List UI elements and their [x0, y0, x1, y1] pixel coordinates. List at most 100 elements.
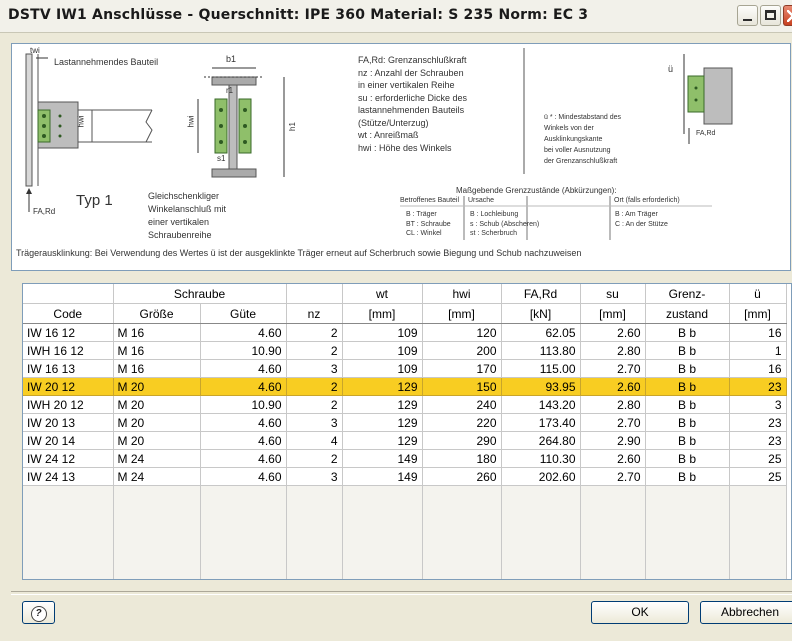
cancel-button[interactable]: Abbrechen	[700, 601, 792, 624]
table-cell[interactable]: 4	[286, 431, 343, 450]
table-cell[interactable]: 16	[729, 323, 787, 342]
table-cell[interactable]: 25	[729, 449, 787, 468]
table-cell[interactable]: 150	[422, 377, 502, 396]
table-cell[interactable]: 120	[422, 323, 502, 342]
table-cell[interactable]: IW 20 12	[23, 377, 114, 396]
minimize-button[interactable]	[737, 5, 758, 26]
table-cell[interactable]: 170	[422, 359, 502, 378]
table-cell[interactable]: 4.60	[200, 359, 287, 378]
table-row[interactable]: IW 24 12 M 24 4.60 2 149 180 110.30 2.60 B b 25	[23, 449, 787, 468]
ok-button[interactable]: OK	[591, 601, 689, 624]
header-groesse[interactable]: Größe	[113, 303, 201, 324]
table-cell[interactable]: 2	[286, 323, 343, 342]
header-wt[interactable]: [mm]	[342, 303, 423, 324]
table-cell[interactable]: 3	[286, 467, 343, 486]
table-cell[interactable]: M 20	[113, 413, 201, 432]
table-cell[interactable]: M 20	[113, 377, 201, 396]
table-cell[interactable]: 2	[286, 395, 343, 414]
connection-table[interactable]: Schraube wt hwi FA,Rd su Grenz- ü Code G…	[22, 283, 792, 580]
table-cell[interactable]: 62.05	[501, 323, 581, 342]
table-cell[interactable]: 93.95	[501, 377, 581, 396]
table-cell[interactable]: 2.70	[580, 467, 646, 486]
header-u[interactable]: [mm]	[729, 303, 787, 324]
table-cell[interactable]: IW 24 12	[23, 449, 114, 468]
table-cell[interactable]: 260	[422, 467, 502, 486]
close-button[interactable]	[783, 5, 792, 26]
table-cell[interactable]: 4.60	[200, 377, 287, 396]
table-cell[interactable]: IWH 16 12	[23, 341, 114, 360]
table-cell[interactable]: 23	[729, 413, 787, 432]
table-cell[interactable]: 2.70	[580, 413, 646, 432]
table-cell[interactable]: 143.20	[501, 395, 581, 414]
table-cell[interactable]: 109	[342, 341, 423, 360]
table-cell[interactable]: 2.80	[580, 341, 646, 360]
table-cell[interactable]: IW 20 13	[23, 413, 114, 432]
table-cell[interactable]: 2.60	[580, 377, 646, 396]
table-cell[interactable]: 10.90	[200, 341, 287, 360]
table-cell[interactable]: IW 24 13	[23, 467, 114, 486]
table-cell[interactable]: 129	[342, 413, 423, 432]
table-row[interactable]: IW 16 13 M 16 4.60 3 109 170 115.00 2.70 B b 16	[23, 359, 787, 378]
table-row[interactable]: IW 20 13 M 20 4.60 3 129 220 173.40 2.70 B b 23	[23, 413, 787, 432]
table-cell[interactable]: B b	[645, 341, 730, 360]
table-cell[interactable]: 23	[729, 431, 787, 450]
table-cell[interactable]: 4.60	[200, 449, 287, 468]
header-code[interactable]: Code	[23, 303, 114, 324]
table-cell[interactable]: 4.60	[200, 413, 287, 432]
table-cell[interactable]: 173.40	[501, 413, 581, 432]
table-cell[interactable]: 264.80	[501, 431, 581, 450]
table-cell[interactable]: 2	[286, 341, 343, 360]
table-cell[interactable]: 25	[729, 467, 787, 486]
table-cell[interactable]: 109	[342, 359, 423, 378]
header-su[interactable]: [mm]	[580, 303, 646, 324]
table-cell[interactable]: B b	[645, 377, 730, 396]
table-cell[interactable]: 16	[729, 359, 787, 378]
table-cell[interactable]: M 16	[113, 323, 201, 342]
table-row[interactable]: IW 20 12 M 20 4.60 2 129 150 93.95 2.60 B b 23	[23, 377, 787, 396]
table-cell[interactable]: IW 16 13	[23, 359, 114, 378]
table-row[interactable]: IW 16 12 M 16 4.60 2 109 120 62.05 2.60 B b 16	[23, 323, 787, 342]
table-cell[interactable]: B b	[645, 323, 730, 342]
header-grenzzustand[interactable]: zustand	[645, 303, 730, 324]
table-cell[interactable]: 4.60	[200, 323, 287, 342]
table-cell[interactable]: 149	[342, 467, 423, 486]
table-cell[interactable]: B b	[645, 467, 730, 486]
table-cell[interactable]: 2	[286, 449, 343, 468]
maximize-button[interactable]	[760, 5, 781, 26]
table-cell[interactable]: 4.60	[200, 431, 287, 450]
table-cell[interactable]: 115.00	[501, 359, 581, 378]
table-cell[interactable]: B b	[645, 395, 730, 414]
table-cell[interactable]: 129	[342, 431, 423, 450]
table-cell[interactable]: IW 16 12	[23, 323, 114, 342]
table-cell[interactable]: 200	[422, 341, 502, 360]
table-cell[interactable]: B b	[645, 431, 730, 450]
table-cell[interactable]: M 24	[113, 449, 201, 468]
table-cell[interactable]: IWH 20 12	[23, 395, 114, 414]
table-cell[interactable]: IW 20 14	[23, 431, 114, 450]
table-cell[interactable]: 290	[422, 431, 502, 450]
table-cell[interactable]: 2.70	[580, 359, 646, 378]
header-hwi[interactable]: [mm]	[422, 303, 502, 324]
table-cell[interactable]: 3	[286, 413, 343, 432]
table-cell[interactable]: 180	[422, 449, 502, 468]
table-cell[interactable]: 2.60	[580, 449, 646, 468]
table-cell[interactable]: 2	[286, 377, 343, 396]
table-cell[interactable]: B b	[645, 413, 730, 432]
table-cell[interactable]: M 20	[113, 431, 201, 450]
table-cell[interactable]: 1	[729, 341, 787, 360]
table-cell[interactable]: 240	[422, 395, 502, 414]
table-cell[interactable]: 10.90	[200, 395, 287, 414]
table-cell[interactable]: M 20	[113, 395, 201, 414]
table-cell[interactable]: 129	[342, 377, 423, 396]
table-cell[interactable]: 110.30	[501, 449, 581, 468]
table-row[interactable]: IWH 16 12 M 16 10.90 2 109 200 113.80 2.80 B b1	[23, 341, 787, 360]
table-cell[interactable]: 2.90	[580, 431, 646, 450]
table-cell[interactable]: M 16	[113, 359, 201, 378]
table-cell[interactable]: 113.80	[501, 341, 581, 360]
help-button[interactable]: ?	[22, 601, 55, 624]
header-fard[interactable]: [kN]	[501, 303, 581, 324]
table-cell[interactable]: 4.60	[200, 467, 287, 486]
table-cell[interactable]: B b	[645, 359, 730, 378]
table-row[interactable]: IW 20 14 M 20 4.60 4 129 290 264.80 2.90 B b 23	[23, 431, 787, 450]
header-nz[interactable]: nz	[286, 303, 343, 324]
